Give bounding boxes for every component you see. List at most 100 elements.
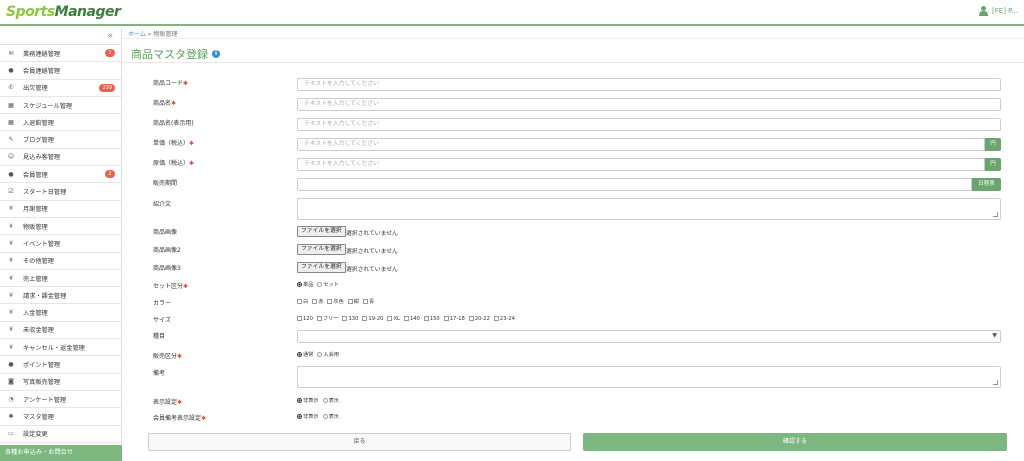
- radio-button[interactable]: [297, 352, 302, 357]
- app-logo[interactable]: Sports Manager: [6, 4, 121, 22]
- unit-price-input[interactable]: テキストを入力してください: [297, 138, 985, 151]
- checkbox-option[interactable]: 150: [423, 316, 440, 322]
- checkbox[interactable]: [363, 299, 368, 304]
- checkbox-option[interactable]: 17-18: [443, 316, 465, 322]
- checkbox[interactable]: [493, 316, 499, 321]
- sidebar-item[interactable]: ¥ イベント管理: [0, 235, 121, 253]
- intro-textarea[interactable]: [297, 198, 1001, 220]
- radio-button[interactable]: [322, 398, 328, 403]
- sidebar-item[interactable]: ¥ 入金管理: [0, 304, 121, 322]
- checkbox[interactable]: [316, 316, 322, 321]
- radio-option[interactable]: 通常: [297, 351, 313, 358]
- notes-textarea[interactable]: [297, 366, 1001, 388]
- sidebar-item[interactable]: ▭ 設定変更: [0, 426, 121, 443]
- image1-file-button[interactable]: ファイルを選択: [297, 226, 346, 237]
- radio-button[interactable]: [297, 414, 302, 419]
- checkbox[interactable]: [327, 299, 333, 304]
- option-label: 白: [303, 299, 309, 305]
- info-icon[interactable]: i: [212, 50, 220, 58]
- sidebar-item[interactable]: ☺ 見込み客管理: [0, 149, 121, 167]
- sidebar-item[interactable]: ¥ 月謝管理: [0, 201, 121, 218]
- resize-grip-icon[interactable]: [993, 212, 998, 217]
- checkbox[interactable]: [342, 316, 348, 321]
- checkbox[interactable]: [387, 316, 393, 321]
- checkbox-option[interactable]: 20-22: [468, 316, 490, 322]
- user-menu[interactable]: [FE] P...: [979, 6, 1018, 16]
- smile-icon: ☺: [7, 153, 15, 161]
- sidebar-item[interactable]: ▦ 入退館管理: [0, 114, 121, 132]
- checkbox[interactable]: [443, 316, 449, 321]
- sidebar-item[interactable]: ◙ 写真販売管理: [0, 374, 121, 391]
- sidebar-item[interactable]: ✎ ブログ管理: [0, 131, 121, 149]
- calendar-button[interactable]: 日程表: [972, 178, 1001, 191]
- sidebar-item[interactable]: ● ポイント管理: [0, 356, 121, 374]
- radio-button[interactable]: [297, 282, 302, 287]
- image2-file-button[interactable]: ファイルを選択: [297, 244, 346, 255]
- label-category: 種目: [153, 333, 166, 340]
- radio-button[interactable]: [317, 282, 323, 287]
- sidebar-item[interactable]: ☑ スタート日管理: [0, 183, 121, 201]
- sidebar-item[interactable]: ¥ 物販管理: [0, 218, 121, 236]
- sidebar-item[interactable]: ¥ 未収金管理: [0, 322, 121, 340]
- sidebar-item[interactable]: ● 会員連絡管理: [0, 62, 121, 80]
- breadcrumb-current: 物販管理: [153, 31, 178, 38]
- checkbox-option[interactable]: 白: [297, 298, 308, 305]
- sidebar-item[interactable]: ¥ 請求・課金管理: [0, 287, 121, 305]
- collapse-sidebar-button[interactable]: «: [0, 28, 121, 45]
- sidebar-item[interactable]: ¥ 売上管理: [0, 270, 121, 288]
- sidebar-item[interactable]: ✉ 業務連絡管理 1: [0, 45, 121, 63]
- checkbox-option[interactable]: 赤: [312, 298, 323, 305]
- checkbox[interactable]: [423, 316, 429, 321]
- sidebar-item[interactable]: ✱ マスタ管理: [0, 408, 121, 426]
- radio-option[interactable]: 表示: [322, 413, 339, 420]
- radio-option[interactable]: 単品: [297, 281, 313, 288]
- cost-price-input[interactable]: テキストを入力してください: [297, 158, 985, 171]
- sidebar-item[interactable]: ▦ スケジュール管理: [0, 97, 121, 115]
- radio-option[interactable]: 表示: [322, 397, 339, 404]
- radio-option[interactable]: 入会用: [317, 351, 339, 358]
- sidebar-item[interactable]: ✆ 出欠管理 239: [0, 80, 121, 97]
- display-name-input[interactable]: テキストを入力してください: [297, 118, 1001, 131]
- checkbox-option[interactable]: 130: [342, 316, 358, 322]
- radio-option[interactable]: 非表示: [297, 413, 319, 420]
- checkbox-option[interactable]: 青: [363, 298, 374, 305]
- checkbox[interactable]: [468, 316, 474, 321]
- checkbox-option[interactable]: 120: [297, 316, 313, 322]
- checkbox-option[interactable]: 140: [403, 316, 420, 322]
- checkbox[interactable]: [403, 316, 409, 321]
- radio-option[interactable]: 非表示: [297, 397, 319, 404]
- sidebar-item[interactable]: ¥ キャンセル・返金管理: [0, 339, 121, 357]
- breadcrumb-home[interactable]: ホーム: [128, 31, 146, 38]
- checkbox-option[interactable]: 灰色: [327, 298, 344, 305]
- checkbox[interactable]: [312, 299, 318, 304]
- radio-button[interactable]: [322, 414, 328, 419]
- image3-file-button[interactable]: ファイルを選択: [297, 262, 346, 273]
- product-code-input[interactable]: テキストを入力してください: [297, 78, 1001, 91]
- radio-button[interactable]: [317, 352, 323, 357]
- checkbox[interactable]: [297, 299, 302, 304]
- envelope-icon: ✉: [8, 49, 14, 57]
- radio-button[interactable]: [297, 398, 302, 403]
- sidebar-item-label: イベント管理: [23, 240, 61, 248]
- sale-period-input[interactable]: [297, 178, 972, 191]
- checkbox[interactable]: [362, 316, 368, 321]
- sidebar-item-label: 出欠管理: [23, 85, 48, 93]
- checkbox-option[interactable]: 紺: [347, 298, 359, 305]
- back-button[interactable]: 戻る: [148, 433, 571, 451]
- resize-grip-icon[interactable]: [993, 380, 998, 385]
- checkbox-option[interactable]: 19-20: [362, 316, 383, 322]
- checkbox[interactable]: [347, 299, 353, 304]
- product-name-input[interactable]: テキストを入力してください: [297, 98, 1001, 111]
- checkbox-option[interactable]: フリー: [316, 315, 338, 322]
- confirm-button[interactable]: 確認する: [583, 433, 1007, 451]
- checkbox-option[interactable]: XL: [387, 316, 400, 322]
- checkbox-option[interactable]: 23-24: [493, 316, 515, 322]
- sidebar-nav: ✉ 業務連絡管理 1 ● 会員連絡管理 ✆ 出欠管理 239 ▦ スケジュール管理 ▦ 入退館管理 ✎ ブ…: [0, 45, 121, 443]
- sidebar-footer-link[interactable]: 各種お申込み・お問合せ: [0, 445, 122, 461]
- sidebar-item[interactable]: ◔ アンケート管理: [0, 391, 121, 409]
- category-select[interactable]: ▼: [297, 330, 1001, 343]
- sidebar-item[interactable]: ¥ その他管理: [0, 253, 121, 270]
- radio-option[interactable]: セット: [317, 281, 339, 288]
- sidebar-item[interactable]: ● 会員管理 2: [0, 166, 121, 184]
- checkbox[interactable]: [297, 316, 302, 321]
